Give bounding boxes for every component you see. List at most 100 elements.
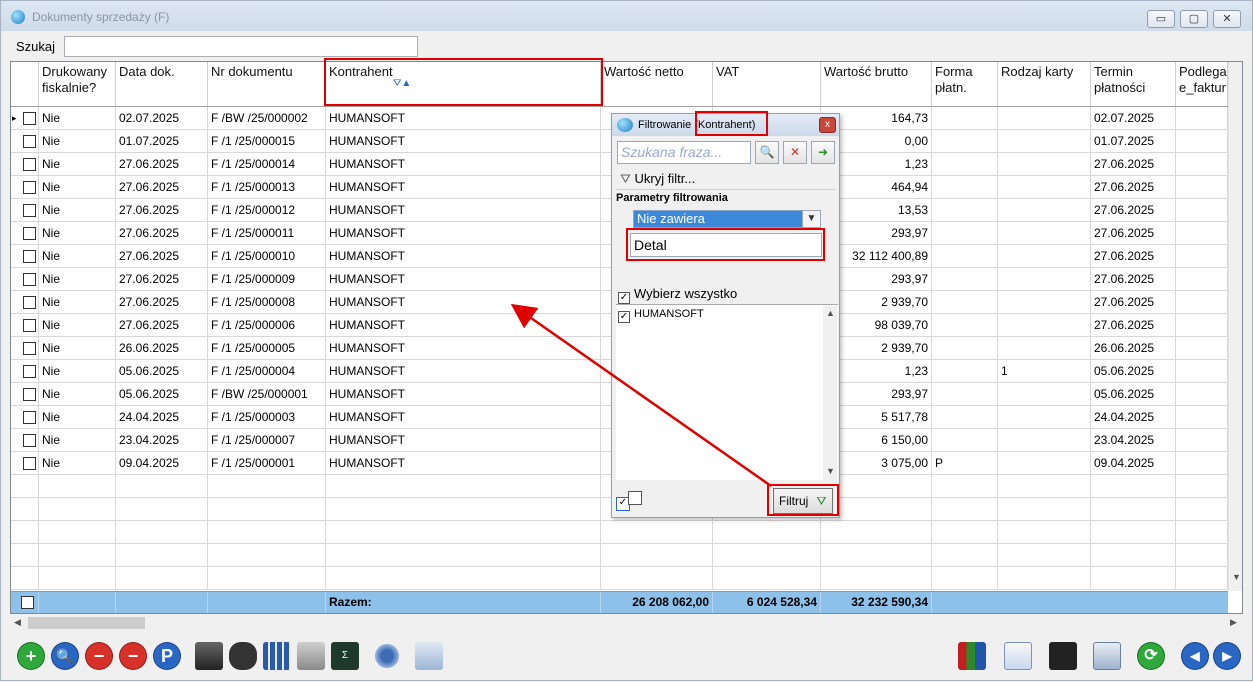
row-checkbox[interactable]	[23, 457, 36, 470]
chart-icon[interactable]	[958, 642, 986, 670]
cell-nr: F /1 /25/000003	[208, 406, 326, 429]
clear-filter-icon[interactable]: ✕	[783, 141, 807, 164]
condition-select[interactable]: Nie zawiera	[633, 210, 821, 228]
row-checkbox[interactable]	[23, 158, 36, 171]
p-icon[interactable]: P	[153, 642, 181, 670]
calculator-icon[interactable]: Σ	[331, 642, 359, 670]
row-checkbox[interactable]	[23, 112, 36, 125]
column-header-kontrahent[interactable]: Kontrahent	[326, 62, 601, 106]
cell-nr: F /1 /25/000015	[208, 130, 326, 153]
select-all-checkbox[interactable]: ✓ Wybierz wszystko	[618, 286, 737, 304]
checkmark-icon: ✓	[618, 311, 630, 323]
column-header-brutto[interactable]: Wartość brutto	[821, 62, 932, 106]
table-icon[interactable]	[263, 642, 291, 670]
first-icon[interactable]: ◀	[1181, 642, 1209, 670]
table-row[interactable]	[11, 521, 1228, 544]
document-icon[interactable]	[1004, 642, 1032, 670]
sort-filter-icon[interactable]: ⛛▲	[393, 78, 411, 89]
row-checkbox[interactable]	[23, 365, 36, 378]
column-header-vat[interactable]: VAT	[713, 62, 821, 106]
search-icon[interactable]: 🔍	[755, 141, 779, 164]
cell-drukowany: Nie	[39, 245, 116, 268]
column-header-podlega[interactable]: Podlega e_faktur	[1176, 62, 1228, 106]
row-checkbox[interactable]	[23, 319, 36, 332]
scroll-thumb[interactable]	[28, 617, 145, 629]
scroll-down-icon[interactable]: ▼	[1232, 572, 1241, 582]
cell-termin: 26.06.2025	[1091, 337, 1176, 360]
list-scrollbar[interactable]: ▲ ▼	[823, 306, 837, 480]
column-header-drukowany[interactable]: Drukowany fiskalnie?	[39, 62, 116, 106]
row-checkbox[interactable]	[23, 250, 36, 263]
export-icon[interactable]	[415, 642, 443, 670]
save-icon[interactable]	[1049, 642, 1077, 670]
chevron-down-icon[interactable]: ▼	[802, 210, 821, 228]
cell-drukowany: Nie	[39, 406, 116, 429]
column-header-data[interactable]: Data dok.	[116, 62, 208, 106]
row-select-cell	[11, 544, 39, 567]
row-checkbox[interactable]	[23, 273, 36, 286]
row-checkbox[interactable]	[23, 342, 36, 355]
select-toggle-icon[interactable]: ✓	[616, 491, 650, 513]
grid-header: Drukowany fiskalnie? Data dok. Nr dokument…	[11, 62, 1228, 107]
cell-kontrahent	[326, 475, 601, 498]
minimize-button[interactable]: ▭	[1147, 10, 1175, 28]
search-input[interactable]	[64, 36, 418, 57]
apply-filter-button[interactable]: Filtruj ⛛	[773, 488, 833, 514]
sum-icon[interactable]	[297, 642, 325, 670]
close-button[interactable]: ✕	[1213, 10, 1241, 28]
hide-filter-link[interactable]: ⛛ Ukryj filtr...	[620, 171, 695, 187]
row-checkbox[interactable]	[23, 135, 36, 148]
row-checkbox[interactable]	[23, 204, 36, 217]
print-icon[interactable]	[195, 642, 223, 670]
apply-filter-label: Filtruj	[779, 494, 809, 508]
vertical-scrollbar[interactable]: ▼	[1228, 62, 1242, 591]
cell-drukowany: Nie	[39, 429, 116, 452]
column-header-netto[interactable]: Wartość netto	[601, 62, 713, 106]
next-icon[interactable]: ▶	[1213, 642, 1241, 670]
delete-marked-icon[interactable]: −	[119, 642, 147, 670]
table-row[interactable]	[11, 544, 1228, 567]
row-checkbox[interactable]	[23, 181, 36, 194]
row-checkbox[interactable]	[23, 227, 36, 240]
horizontal-scrollbar[interactable]: ◀ ▶	[10, 615, 1243, 631]
cell-nr: F /1 /25/000010	[208, 245, 326, 268]
row-checkbox[interactable]	[23, 411, 36, 424]
scroll-left-icon[interactable]: ◀	[14, 617, 21, 628]
settings-icon[interactable]	[373, 642, 401, 670]
scroll-down-icon[interactable]: ▼	[826, 466, 835, 476]
phrase-search-input[interactable]: Szukana fraza...	[617, 141, 751, 164]
column-header-termin[interactable]: Termin płatności	[1091, 62, 1176, 106]
dialog-close-button[interactable]: x	[819, 117, 836, 133]
exit-icon[interactable]: ➜	[811, 141, 835, 164]
table-row[interactable]	[11, 567, 1228, 590]
footer-checkbox[interactable]	[21, 596, 34, 609]
cell-forma	[932, 383, 998, 406]
current-row-icon: ▸	[12, 113, 17, 123]
cell-podlega	[1176, 268, 1228, 291]
column-header-nr[interactable]: Nr dokumentu	[208, 62, 326, 106]
preview-icon[interactable]: 🔍	[51, 642, 79, 670]
refresh-icon[interactable]: ⟳	[1137, 642, 1165, 670]
delete-icon[interactable]: −	[85, 642, 113, 670]
binoculars-icon[interactable]	[229, 642, 257, 670]
row-select-cell	[11, 406, 39, 429]
add-icon[interactable]: +	[17, 642, 45, 670]
window-icon[interactable]	[1093, 642, 1121, 670]
row-checkbox[interactable]	[23, 434, 36, 447]
scroll-up-icon[interactable]: ▲	[826, 308, 835, 318]
cell-drukowany: Nie	[39, 153, 116, 176]
column-header-karta[interactable]: Rodzaj karty	[998, 62, 1091, 106]
maximize-button[interactable]: ▢	[1180, 10, 1208, 28]
list-item[interactable]: ✓ HUMANSOFT	[618, 308, 704, 323]
row-checkbox[interactable]	[23, 388, 36, 401]
cell-kontrahent	[326, 567, 601, 590]
column-header-forma[interactable]: Forma płatn.	[932, 62, 998, 106]
cell-drukowany: Nie	[39, 337, 116, 360]
filter-value-input[interactable]: Detal	[630, 233, 822, 257]
cell-drukowany: Nie	[39, 107, 116, 130]
totals-label: Razem:	[326, 592, 601, 613]
scroll-right-icon[interactable]: ▶	[1230, 617, 1237, 628]
row-checkbox[interactable]	[23, 296, 36, 309]
cell-karta	[998, 130, 1091, 153]
dialog-title: Filtrowanie (Kontrahent)	[638, 119, 756, 131]
